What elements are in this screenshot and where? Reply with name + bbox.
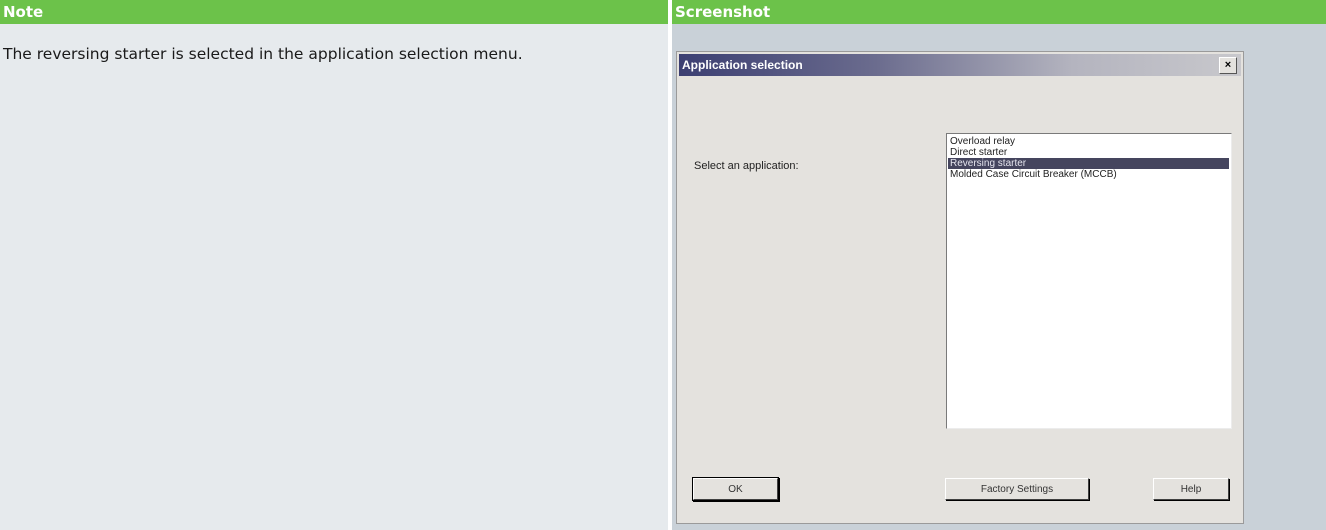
list-item-overload-relay[interactable]: Overload relay [948,136,1229,147]
document-table: Note Screenshot The reversing starter is… [0,0,1326,530]
dialog-titlebar: Application selection × [679,54,1241,76]
list-item-direct-starter[interactable]: Direct starter [948,147,1229,158]
note-column-header: Note [0,0,668,24]
application-selection-dialog: Application selection × Select an applic… [676,51,1244,524]
ok-button[interactable]: OK [693,478,778,500]
help-button[interactable]: Help [1153,478,1229,500]
list-item-mccb[interactable]: Molded Case Circuit Breaker (MCCB) [948,169,1229,180]
close-icon[interactable]: × [1219,57,1237,74]
application-listbox[interactable]: Overload relay Direct starter Reversing … [946,133,1232,429]
select-application-label: Select an application: [694,160,799,172]
note-cell: The reversing starter is selected in the… [0,24,668,530]
note-text: The reversing starter is selected in the… [3,45,523,63]
dialog-title: Application selection [682,58,803,72]
list-item-reversing-starter[interactable]: Reversing starter [948,158,1229,169]
factory-settings-button[interactable]: Factory Settings [945,478,1089,500]
screenshot-column-header: Screenshot [672,0,1326,24]
